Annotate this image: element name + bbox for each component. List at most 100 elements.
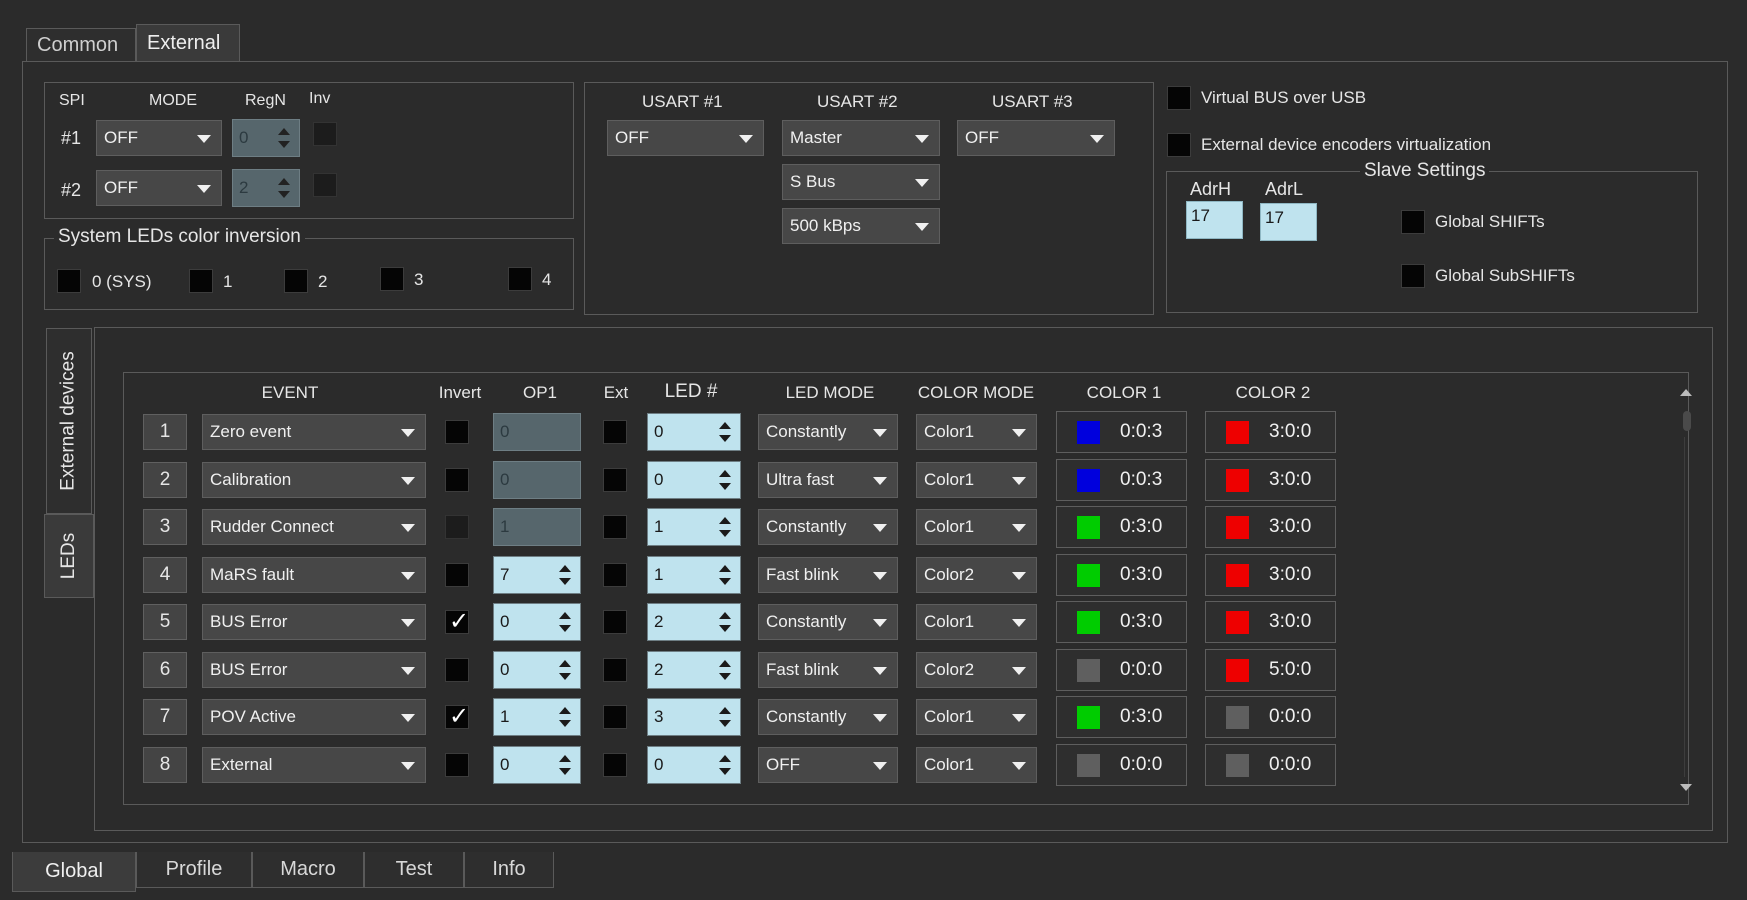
- color2-button[interactable]: 3:0:0: [1205, 554, 1336, 596]
- spin-down-icon[interactable]: [278, 141, 290, 148]
- invert-checkbox[interactable]: [445, 420, 469, 444]
- spin-down-icon[interactable]: [559, 768, 571, 775]
- color1-button[interactable]: 0:0:0: [1056, 744, 1187, 786]
- adrh-input[interactable]: 17: [1186, 201, 1243, 239]
- op1-spinbox[interactable]: 0: [493, 746, 581, 784]
- spin-up-icon[interactable]: [278, 128, 290, 135]
- spin-down-icon[interactable]: [719, 720, 731, 727]
- ext-checkbox[interactable]: [603, 468, 627, 492]
- spin-down-icon[interactable]: [719, 530, 731, 537]
- op1-spinbox[interactable]: 0: [493, 413, 581, 451]
- color2-button[interactable]: 3:0:0: [1205, 506, 1336, 548]
- led-mode-select[interactable]: Constantly: [758, 604, 898, 640]
- spin-down-icon[interactable]: [719, 435, 731, 442]
- color-mode-select[interactable]: Color1: [916, 604, 1037, 640]
- spin-down-icon[interactable]: [719, 768, 731, 775]
- spin-up-icon[interactable]: [278, 178, 290, 185]
- invert-checkbox[interactable]: [445, 515, 469, 539]
- color-mode-select[interactable]: Color1: [916, 462, 1037, 498]
- usart1-select[interactable]: OFF: [607, 120, 764, 156]
- invert-checkbox[interactable]: ✓: [445, 608, 469, 635]
- led-number-spinbox[interactable]: 0: [647, 746, 741, 784]
- invert-checkbox[interactable]: [445, 468, 469, 492]
- led-mode-select[interactable]: Constantly: [758, 509, 898, 545]
- spin-down-icon[interactable]: [719, 673, 731, 680]
- led-number-spinbox[interactable]: 2: [647, 651, 741, 689]
- usart2-baud-select[interactable]: 500 kBps: [782, 208, 940, 244]
- color2-button[interactable]: 3:0:0: [1205, 601, 1336, 643]
- spin-up-icon[interactable]: [559, 612, 571, 619]
- sysled-1-checkbox[interactable]: [189, 269, 213, 293]
- event-select[interactable]: BUS Error: [202, 604, 426, 640]
- virtual-bus-checkbox[interactable]: [1167, 86, 1191, 110]
- ext-checkbox[interactable]: [603, 753, 627, 777]
- color2-button[interactable]: 0:0:0: [1205, 696, 1336, 738]
- spin-down-icon[interactable]: [559, 720, 571, 727]
- led-mode-select[interactable]: Ultra fast: [758, 462, 898, 498]
- color-mode-select[interactable]: Color1: [916, 414, 1037, 450]
- spi1-regn-spinbox[interactable]: 0: [232, 119, 300, 157]
- led-mode-select[interactable]: Fast blink: [758, 652, 898, 688]
- scroll-down-arrow[interactable]: [1680, 782, 1692, 794]
- spin-down-icon[interactable]: [719, 578, 731, 585]
- spi2-regn-spinbox[interactable]: 2: [232, 169, 300, 207]
- spin-down-icon[interactable]: [559, 673, 571, 680]
- spin-down-icon[interactable]: [559, 625, 571, 632]
- event-select[interactable]: Rudder Connect: [202, 509, 426, 545]
- led-number-spinbox[interactable]: 2: [647, 603, 741, 641]
- color2-button[interactable]: 0:0:0: [1205, 744, 1336, 786]
- bottom-tab-info[interactable]: Info: [464, 852, 554, 888]
- usart2-select[interactable]: Master: [782, 120, 940, 156]
- color-mode-select[interactable]: Color2: [916, 557, 1037, 593]
- ext-checkbox[interactable]: [603, 705, 627, 729]
- event-select[interactable]: Calibration: [202, 462, 426, 498]
- spin-up-icon[interactable]: [559, 707, 571, 714]
- led-mode-select[interactable]: Constantly: [758, 414, 898, 450]
- bottom-tab-profile[interactable]: Profile: [136, 852, 252, 888]
- ext-checkbox[interactable]: [603, 420, 627, 444]
- spin-up-icon[interactable]: [719, 660, 731, 667]
- color1-button[interactable]: 0:3:0: [1056, 696, 1187, 738]
- led-number-spinbox[interactable]: 1: [647, 556, 741, 594]
- spin-up-icon[interactable]: [719, 470, 731, 477]
- color1-button[interactable]: 0:3:0: [1056, 554, 1187, 596]
- op1-spinbox[interactable]: 0: [493, 603, 581, 641]
- color2-button[interactable]: 5:0:0: [1205, 649, 1336, 691]
- led-number-spinbox[interactable]: 3: [647, 698, 741, 736]
- bottom-tab-global[interactable]: Global: [12, 852, 136, 892]
- sysled-3-checkbox[interactable]: [380, 267, 404, 291]
- spin-up-icon[interactable]: [719, 707, 731, 714]
- global-subshifts-checkbox[interactable]: [1401, 264, 1425, 288]
- spin-down-icon[interactable]: [278, 191, 290, 198]
- global-shifts-checkbox[interactable]: [1401, 210, 1425, 234]
- color-mode-select[interactable]: Color1: [916, 699, 1037, 735]
- adrl-input[interactable]: 17: [1260, 203, 1317, 241]
- color1-button[interactable]: 0:0:0: [1056, 649, 1187, 691]
- tab-common[interactable]: Common: [26, 28, 136, 62]
- spin-up-icon[interactable]: [719, 612, 731, 619]
- led-mode-select[interactable]: Constantly: [758, 699, 898, 735]
- spi2-mode-select[interactable]: OFF: [96, 170, 222, 206]
- encoders-virtualization-checkbox[interactable]: [1167, 133, 1191, 157]
- event-select[interactable]: External: [202, 747, 426, 783]
- color1-button[interactable]: 0:0:3: [1056, 459, 1187, 501]
- sysled-0-checkbox[interactable]: [57, 269, 81, 293]
- color-mode-select[interactable]: Color2: [916, 652, 1037, 688]
- op1-spinbox[interactable]: 0: [493, 651, 581, 689]
- scrollbar-track[interactable]: [1684, 437, 1685, 777]
- spin-up-icon[interactable]: [719, 422, 731, 429]
- spin-up-icon[interactable]: [719, 755, 731, 762]
- invert-checkbox[interactable]: [445, 563, 469, 587]
- spi1-inv-checkbox[interactable]: [313, 122, 337, 146]
- spi2-inv-checkbox[interactable]: [313, 173, 337, 197]
- spin-up-icon[interactable]: [719, 517, 731, 524]
- spin-up-icon[interactable]: [559, 755, 571, 762]
- spi1-mode-select[interactable]: OFF: [96, 120, 222, 156]
- event-select[interactable]: Zero event: [202, 414, 426, 450]
- sidetab-leds[interactable]: LEDs: [44, 514, 94, 598]
- usart2-protocol-select[interactable]: S Bus: [782, 164, 940, 200]
- spin-up-icon[interactable]: [559, 565, 571, 572]
- color-mode-select[interactable]: Color1: [916, 747, 1037, 783]
- led-number-spinbox[interactable]: 0: [647, 461, 741, 499]
- color2-button[interactable]: 3:0:0: [1205, 411, 1336, 453]
